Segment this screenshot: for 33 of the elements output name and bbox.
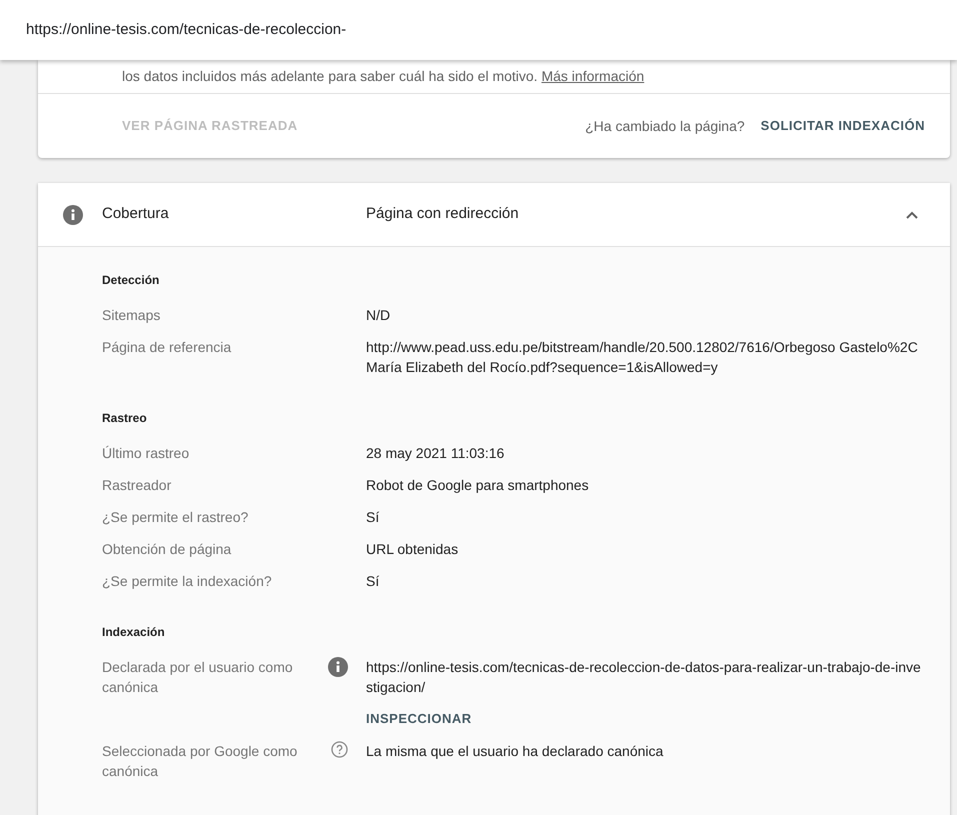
- field-value: Sí: [366, 572, 380, 591]
- changed-question: ¿Ha cambiado la página?: [585, 116, 745, 136]
- field-value: Sí: [366, 508, 380, 527]
- field-value: https://online-tesis.com/tecnicas-de-recoleccion-de-datos-para-realizar-un-trabajo-de-investigacion/: [366, 658, 922, 697]
- field-value: Robot de Google para smartphones: [366, 476, 590, 495]
- more-info-link[interactable]: Más información: [541, 68, 644, 84]
- section-heading: Detección: [102, 273, 160, 287]
- page-url: https://online-tesis.com/tecnicas-de-recoleccion-: [26, 20, 346, 40]
- section-heading: Indexación: [102, 625, 165, 639]
- chevron-up-icon: [906, 210, 918, 218]
- field-value: http://www.pead.uss.edu.pe/bitstream/handle/20.500.12802/7616/Orbegoso Gastelo%2C María Elizabeth del Rocío.pdf?sequence=1&isAllowed=y: [366, 338, 919, 377]
- field-label: Página de referencia: [102, 338, 232, 357]
- field-label: Seleccionada por Google como canónica: [102, 742, 298, 781]
- field-label: ¿Se permite el rastreo?: [102, 508, 250, 527]
- field-value: URL obtenidas: [366, 540, 460, 559]
- field-label: Sitemaps: [102, 306, 162, 325]
- field-label: Último rastreo: [102, 444, 190, 463]
- field-label: Rastreador: [102, 476, 172, 495]
- field-label: ¿Se permite la indexación?: [102, 572, 273, 591]
- coverage-title: Cobertura: [102, 204, 170, 224]
- info-icon: [328, 657, 348, 677]
- field-label: Obtención de página: [102, 540, 232, 559]
- section-heading: Rastreo: [102, 411, 147, 425]
- inspect-button[interactable]: INSPECCIONAR: [366, 709, 472, 729]
- coverage-status: Página con redirección: [366, 204, 519, 224]
- field-value: 28 may 2021 11:03:16: [366, 444, 506, 463]
- notice-text: los datos incluidos más adelante para saber cuál ha sido el motivo. Más información: [122, 67, 644, 86]
- help-icon: [331, 741, 348, 758]
- field-value: La misma que el usuario ha declarado canónica: [366, 742, 664, 761]
- info-icon: [63, 204, 83, 224]
- request-indexing-button[interactable]: SOLICITAR INDEXACIÓN: [760, 116, 925, 136]
- field-value: N/D: [366, 306, 392, 325]
- field-label: Declarada por el usuario como canónica: [102, 658, 294, 697]
